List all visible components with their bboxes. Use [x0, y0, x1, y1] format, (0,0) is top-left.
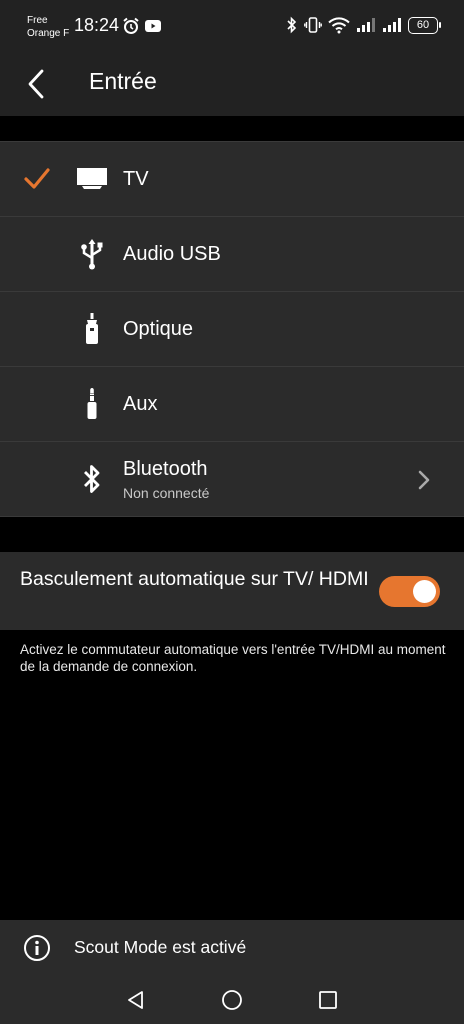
- input-label: Bluetooth: [123, 458, 208, 480]
- signal-icon-2: [383, 18, 401, 32]
- app-bar: Entrée: [0, 52, 464, 116]
- back-button[interactable]: [14, 60, 58, 108]
- nav-back-button[interactable]: [123, 987, 149, 1013]
- input-item-tv[interactable]: TV: [0, 142, 464, 217]
- scout-mode-text: Scout Mode est activé: [74, 937, 247, 957]
- bluetooth-status: Non connecté: [123, 485, 210, 501]
- scout-mode-banner[interactable]: Scout Mode est activé: [0, 920, 464, 975]
- chevron-right-icon: [418, 470, 430, 490]
- input-label: Audio USB: [123, 243, 221, 265]
- input-label: TV: [123, 168, 149, 190]
- wifi-icon: [328, 17, 350, 34]
- input-source-list: TV Audio USB Optique Aux Bluetooth Non c…: [0, 141, 464, 517]
- auto-switch-label: Basculement automatique sur TV/ HDMI: [20, 568, 369, 590]
- bluetooth-status-icon: [287, 16, 297, 34]
- vibrate-icon: [304, 17, 322, 33]
- youtube-icon: [145, 20, 161, 32]
- input-label: Aux: [123, 393, 158, 415]
- status-time: 18:24: [74, 15, 120, 35]
- bluetooth-icon: [84, 465, 100, 493]
- nav-recents-button[interactable]: [315, 987, 341, 1013]
- chevron-left-icon: [28, 69, 44, 99]
- check-icon: [24, 168, 50, 189]
- toggle-knob: [413, 580, 436, 603]
- signal-icon: [357, 18, 375, 32]
- system-navigation-bar: [0, 975, 464, 1024]
- info-icon: [24, 935, 50, 961]
- auto-switch-toggle[interactable]: [379, 576, 440, 607]
- input-label: Optique: [123, 318, 194, 340]
- carrier-label: Free Orange F: [27, 15, 70, 39]
- auto-switch-description: Activez le commutateur automatique vers …: [20, 642, 446, 674]
- battery-indicator: 60: [408, 16, 441, 34]
- optical-icon: [86, 313, 98, 344]
- input-item-optique[interactable]: Optique: [0, 292, 464, 367]
- tv-icon: [77, 168, 107, 189]
- input-item-audio-usb[interactable]: Audio USB: [0, 217, 464, 292]
- nav-home-button[interactable]: [219, 987, 245, 1013]
- aux-jack-icon: [87, 388, 97, 419]
- square-recents-icon: [319, 991, 337, 1009]
- circle-home-icon: [222, 990, 242, 1010]
- triangle-back-icon: [128, 991, 143, 1009]
- status-bar: Free Orange F 18:24 60: [0, 0, 464, 52]
- alarm-icon: [123, 17, 139, 34]
- usb-icon: [81, 239, 103, 270]
- page-title: Entrée: [89, 68, 157, 94]
- input-item-bluetooth[interactable]: Bluetooth Non connecté: [0, 442, 464, 517]
- input-item-aux[interactable]: Aux: [0, 367, 464, 442]
